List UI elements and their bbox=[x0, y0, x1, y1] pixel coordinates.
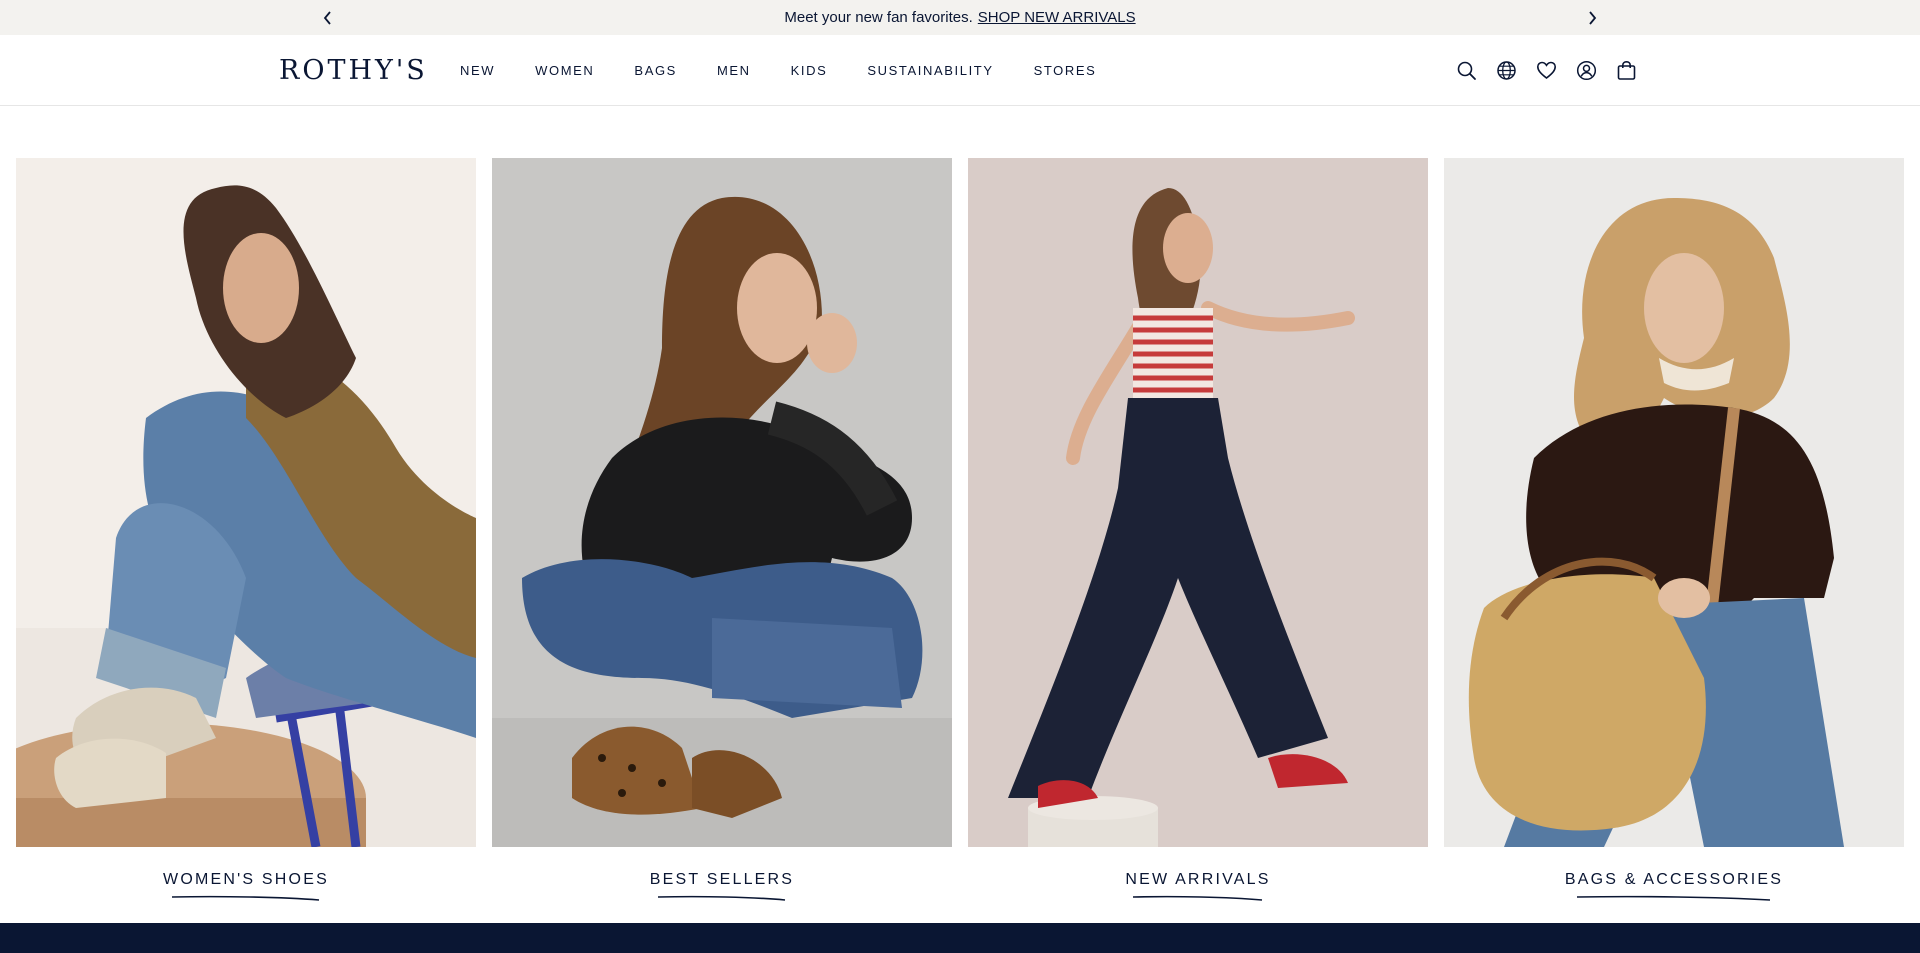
category-tiles: WOMEN'S SHOES BEST SELLERS NEW ARRIVALS … bbox=[16, 158, 1904, 903]
bags-accessories-image bbox=[1444, 158, 1904, 847]
search-icon[interactable] bbox=[1456, 60, 1477, 81]
underline-swash bbox=[171, 895, 320, 901]
best-sellers-image bbox=[492, 158, 952, 847]
site-header: ROTHY'S NEW WOMEN BAGS MEN KIDS SUSTAINA… bbox=[0, 35, 1920, 106]
bags-accessories-label: BAGS & ACCESSORIES bbox=[1564, 871, 1784, 888]
nav-item-sustainability[interactable]: SUSTAINABILITY bbox=[867, 63, 993, 78]
nav-item-men[interactable]: MEN bbox=[717, 63, 751, 78]
account-icon[interactable] bbox=[1576, 60, 1597, 81]
announcement-bar: Meet your new fan favorites. SHOP NEW AR… bbox=[0, 0, 1920, 35]
nav-item-bags[interactable]: BAGS bbox=[634, 63, 677, 78]
heart-icon[interactable] bbox=[1536, 60, 1557, 81]
nav-item-kids[interactable]: KIDS bbox=[791, 63, 828, 78]
nav-item-women[interactable]: WOMEN bbox=[535, 63, 594, 78]
footer-band bbox=[0, 923, 1920, 953]
womens-shoes-cta[interactable]: WOMEN'S SHOES bbox=[16, 871, 476, 901]
previous-announcement-button[interactable] bbox=[313, 0, 343, 35]
shop-new-arrivals-link[interactable]: SHOP NEW ARRIVALS bbox=[978, 9, 1136, 26]
underline-swash bbox=[1132, 895, 1263, 901]
chevron-left-icon bbox=[323, 10, 331, 25]
underline-swash bbox=[1576, 895, 1771, 901]
new-arrivals-label: NEW ARRIVALS bbox=[1125, 871, 1271, 888]
underline-swash bbox=[657, 895, 786, 901]
globe-icon[interactable] bbox=[1496, 60, 1517, 81]
new-arrivals-image bbox=[968, 158, 1428, 847]
tile-new-arrivals[interactable]: NEW ARRIVALS bbox=[968, 158, 1428, 903]
next-announcement-button[interactable] bbox=[1577, 0, 1607, 35]
header-icons bbox=[1456, 35, 1637, 106]
womens-shoes-label: WOMEN'S SHOES bbox=[163, 871, 329, 888]
chevron-right-icon bbox=[1589, 10, 1597, 25]
bag-icon[interactable] bbox=[1616, 60, 1637, 81]
main-nav: NEW WOMEN BAGS MEN KIDS SUSTAINABILITY S… bbox=[460, 35, 1136, 106]
nav-item-new[interactable]: NEW bbox=[460, 63, 495, 78]
womens-shoes-image bbox=[16, 158, 476, 847]
nav-item-stores[interactable]: STORES bbox=[1034, 63, 1097, 78]
rothys-logo[interactable]: ROTHY'S bbox=[279, 54, 428, 88]
tile-bags-accessories[interactable]: BAGS & ACCESSORIES bbox=[1444, 158, 1904, 903]
new-arrivals-cta[interactable]: NEW ARRIVALS bbox=[968, 871, 1428, 901]
best-sellers-cta[interactable]: BEST SELLERS bbox=[492, 871, 952, 901]
best-sellers-label: BEST SELLERS bbox=[649, 871, 795, 888]
tile-womens-shoes[interactable]: WOMEN'S SHOES bbox=[16, 158, 476, 903]
tile-best-sellers[interactable]: BEST SELLERS bbox=[492, 158, 952, 903]
announcement-message: Meet your new fan favorites. bbox=[784, 9, 973, 26]
bags-accessories-cta[interactable]: BAGS & ACCESSORIES bbox=[1444, 871, 1904, 901]
